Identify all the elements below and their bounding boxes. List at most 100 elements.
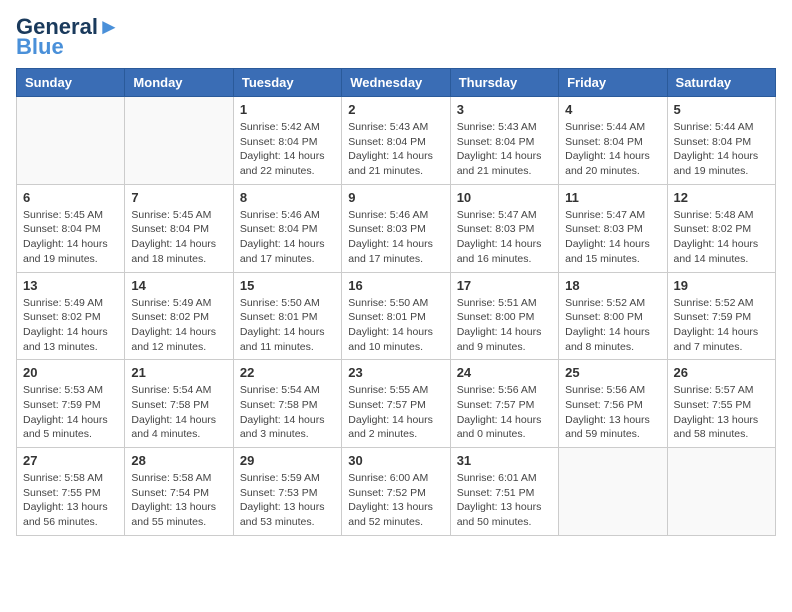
calendar-day-cell: 3 Sunrise: 5:43 AM Sunset: 8:04 PM Daylig…	[450, 97, 558, 185]
day-info: Sunrise: 6:00 AM Sunset: 7:52 PM Dayligh…	[348, 471, 443, 530]
day-number: 7	[131, 190, 226, 205]
calendar-day-cell: 9Sunrise: 5:46 AM Sunset: 8:03 PM Daylig…	[342, 184, 450, 272]
calendar-day-cell	[559, 448, 667, 536]
day-info: Sunrise: 5:59 AM Sunset: 7:53 PM Dayligh…	[240, 471, 335, 530]
day-info: Sunrise: 5:45 AM Sunset: 8:04 PM Dayligh…	[131, 208, 226, 267]
day-info: Sunrise: 5:45 AM Sunset: 8:04 PM Dayligh…	[23, 208, 118, 267]
day-number: 28	[131, 453, 226, 468]
day-number: 14	[131, 278, 226, 293]
day-number: 8	[240, 190, 335, 205]
day-info: Sunrise: 5:56 AM Sunset: 7:57 PM Dayligh…	[457, 383, 552, 442]
weekday-header: Saturday	[667, 69, 775, 97]
day-info: Sunrise: 5:43 AM Sunset: 8:04 PM Dayligh…	[348, 120, 443, 179]
day-number: 17	[457, 278, 552, 293]
calendar-table: SundayMondayTuesdayWednesdayThursdayFrid…	[16, 68, 776, 536]
calendar-day-cell: 11Sunrise: 5:47 AM Sunset: 8:03 PM Dayli…	[559, 184, 667, 272]
day-info: Sunrise: 5:47 AM Sunset: 8:03 PM Dayligh…	[565, 208, 660, 267]
day-number: 18	[565, 278, 660, 293]
calendar-day-cell: 14 Sunrise: 5:49 AM Sunset: 8:02 PM Dayli…	[125, 272, 233, 360]
day-info: Sunrise: 5:53 AM Sunset: 7:59 PM Dayligh…	[23, 383, 118, 442]
calendar-day-cell: 10Sunrise: 5:47 AM Sunset: 8:03 PM Dayli…	[450, 184, 558, 272]
day-info: Sunrise: 5:43 AM Sunset: 8:04 PM Dayligh…	[457, 120, 552, 179]
calendar-day-cell: 12 Sunrise: 5:48 AM Sunset: 8:02 PM Dayli…	[667, 184, 775, 272]
weekday-header: Tuesday	[233, 69, 341, 97]
day-number: 22	[240, 365, 335, 380]
day-number: 31	[457, 453, 552, 468]
day-number: 24	[457, 365, 552, 380]
calendar-day-cell: 16 Sunrise: 5:50 AM Sunset: 8:01 PM Dayli…	[342, 272, 450, 360]
calendar-day-cell: 26 Sunrise: 5:57 AM Sunset: 7:55 PM Dayli…	[667, 360, 775, 448]
calendar-day-cell: 20 Sunrise: 5:53 AM Sunset: 7:59 PM Dayli…	[17, 360, 125, 448]
day-number: 6	[23, 190, 118, 205]
day-number: 20	[23, 365, 118, 380]
calendar-day-cell: 25 Sunrise: 5:56 AM Sunset: 7:56 PM Dayli…	[559, 360, 667, 448]
day-number: 25	[565, 365, 660, 380]
calendar-day-cell: 31 Sunrise: 6:01 AM Sunset: 7:51 PM Dayli…	[450, 448, 558, 536]
calendar-day-cell: 5 Sunrise: 5:44 AM Sunset: 8:04 PM Daylig…	[667, 97, 775, 185]
calendar-day-cell	[667, 448, 775, 536]
calendar-day-cell: 2 Sunrise: 5:43 AM Sunset: 8:04 PM Daylig…	[342, 97, 450, 185]
day-number: 23	[348, 365, 443, 380]
day-number: 19	[674, 278, 769, 293]
day-number: 26	[674, 365, 769, 380]
calendar-day-cell: 24 Sunrise: 5:56 AM Sunset: 7:57 PM Dayli…	[450, 360, 558, 448]
calendar-day-cell	[17, 97, 125, 185]
calendar-day-cell: 30Sunrise: 6:00 AM Sunset: 7:52 PM Dayli…	[342, 448, 450, 536]
calendar-week-row: 1 Sunrise: 5:42 AM Sunset: 8:04 PM Daylig…	[17, 97, 776, 185]
day-number: 16	[348, 278, 443, 293]
calendar-day-cell	[125, 97, 233, 185]
day-info: Sunrise: 5:42 AM Sunset: 8:04 PM Dayligh…	[240, 120, 335, 179]
day-info: Sunrise: 5:54 AM Sunset: 7:58 PM Dayligh…	[240, 383, 335, 442]
day-info: Sunrise: 5:48 AM Sunset: 8:02 PM Dayligh…	[674, 208, 769, 267]
calendar-day-cell: 15 Sunrise: 5:50 AM Sunset: 8:01 PM Dayli…	[233, 272, 341, 360]
calendar-day-cell: 6 Sunrise: 5:45 AM Sunset: 8:04 PM Daylig…	[17, 184, 125, 272]
calendar-day-cell: 17Sunrise: 5:51 AM Sunset: 8:00 PM Dayli…	[450, 272, 558, 360]
calendar-day-cell: 28Sunrise: 5:58 AM Sunset: 7:54 PM Dayli…	[125, 448, 233, 536]
day-info: Sunrise: 5:56 AM Sunset: 7:56 PM Dayligh…	[565, 383, 660, 442]
calendar-day-cell: 23 Sunrise: 5:55 AM Sunset: 7:57 PM Dayli…	[342, 360, 450, 448]
day-info: Sunrise: 5:46 AM Sunset: 8:03 PM Dayligh…	[348, 208, 443, 267]
day-number: 27	[23, 453, 118, 468]
day-number: 5	[674, 102, 769, 117]
day-info: Sunrise: 5:52 AM Sunset: 7:59 PM Dayligh…	[674, 296, 769, 355]
logo: General► Blue	[16, 16, 120, 58]
calendar-day-cell: 13Sunrise: 5:49 AM Sunset: 8:02 PM Dayli…	[17, 272, 125, 360]
calendar-day-cell: 7 Sunrise: 5:45 AM Sunset: 8:04 PM Daylig…	[125, 184, 233, 272]
day-number: 2	[348, 102, 443, 117]
day-info: Sunrise: 5:55 AM Sunset: 7:57 PM Dayligh…	[348, 383, 443, 442]
calendar-day-cell: 22 Sunrise: 5:54 AM Sunset: 7:58 PM Dayli…	[233, 360, 341, 448]
day-number: 10	[457, 190, 552, 205]
day-number: 1	[240, 102, 335, 117]
day-number: 15	[240, 278, 335, 293]
day-info: Sunrise: 5:50 AM Sunset: 8:01 PM Dayligh…	[240, 296, 335, 355]
calendar-day-cell: 19 Sunrise: 5:52 AM Sunset: 7:59 PM Dayli…	[667, 272, 775, 360]
day-info: Sunrise: 5:49 AM Sunset: 8:02 PM Dayligh…	[131, 296, 226, 355]
calendar-week-row: 20 Sunrise: 5:53 AM Sunset: 7:59 PM Dayli…	[17, 360, 776, 448]
day-info: Sunrise: 5:54 AM Sunset: 7:58 PM Dayligh…	[131, 383, 226, 442]
calendar-header-row: SundayMondayTuesdayWednesdayThursdayFrid…	[17, 69, 776, 97]
day-info: Sunrise: 5:46 AM Sunset: 8:04 PM Dayligh…	[240, 208, 335, 267]
calendar-week-row: 6 Sunrise: 5:45 AM Sunset: 8:04 PM Daylig…	[17, 184, 776, 272]
calendar-day-cell: 29 Sunrise: 5:59 AM Sunset: 7:53 PM Dayli…	[233, 448, 341, 536]
calendar-day-cell: 21Sunrise: 5:54 AM Sunset: 7:58 PM Dayli…	[125, 360, 233, 448]
calendar-week-row: 27 Sunrise: 5:58 AM Sunset: 7:55 PM Dayli…	[17, 448, 776, 536]
day-number: 29	[240, 453, 335, 468]
calendar-day-cell: 27 Sunrise: 5:58 AM Sunset: 7:55 PM Dayli…	[17, 448, 125, 536]
day-number: 13	[23, 278, 118, 293]
logo-blue: Blue	[16, 36, 64, 58]
weekday-header: Friday	[559, 69, 667, 97]
day-info: Sunrise: 6:01 AM Sunset: 7:51 PM Dayligh…	[457, 471, 552, 530]
day-info: Sunrise: 5:58 AM Sunset: 7:55 PM Dayligh…	[23, 471, 118, 530]
day-number: 4	[565, 102, 660, 117]
day-number: 12	[674, 190, 769, 205]
day-info: Sunrise: 5:44 AM Sunset: 8:04 PM Dayligh…	[674, 120, 769, 179]
day-number: 3	[457, 102, 552, 117]
day-info: Sunrise: 5:57 AM Sunset: 7:55 PM Dayligh…	[674, 383, 769, 442]
page-header: General► Blue	[16, 16, 776, 58]
calendar-week-row: 13 Sunrise: 5:49 AM Sunset: 8:02 PM Dayli…	[17, 272, 776, 360]
weekday-header: Thursday	[450, 69, 558, 97]
weekday-header: Sunday	[17, 69, 125, 97]
calendar-day-cell: 4Sunrise: 5:44 AM Sunset: 8:04 PM Daylig…	[559, 97, 667, 185]
day-info: Sunrise: 5:50 AM Sunset: 8:01 PM Dayligh…	[348, 296, 443, 355]
weekday-header: Wednesday	[342, 69, 450, 97]
